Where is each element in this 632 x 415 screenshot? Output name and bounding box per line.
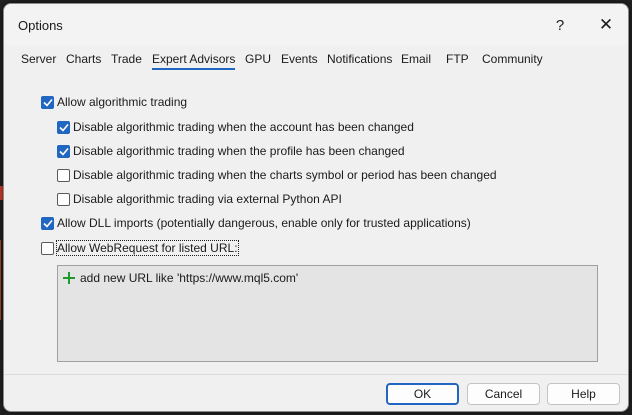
allow-dll-imports-checkbox[interactable]: Allow DLL imports (potentially dangerous… [41,215,471,231]
checkbox-box[interactable] [41,95,54,109]
tab-server[interactable]: Server [21,52,56,66]
checkbox-label: Disable algorithmic trading when the acc… [73,120,414,134]
tab-trade[interactable]: Trade [111,52,142,66]
help-icon[interactable]: ? [550,17,570,34]
help-button[interactable]: Help [547,383,620,405]
checkbox-label: Disable algorithmic trading when the cha… [73,168,497,182]
url-list[interactable]: add new URL like 'https://www.mql5.com' [57,265,598,362]
tab-expert-advisors[interactable]: Expert Advisors [152,52,236,70]
tab-charts[interactable]: Charts [66,52,101,66]
checkbox-label: Allow DLL imports (potentially dangerous… [57,216,471,230]
checkbox-box[interactable] [57,192,70,206]
tab-notifications[interactable]: Notifications [327,52,392,66]
background-chart-fragment [0,240,1,320]
disable-on-profile-change-checkbox[interactable]: Disable algorithmic trading when the pro… [57,143,405,159]
checkbox-box[interactable] [41,216,54,230]
ok-button[interactable]: OK [386,383,459,405]
tab-email[interactable]: Email [401,52,431,66]
dialog-title: Options [18,18,63,33]
checkbox-label: Allow WebRequest for listed URL: [56,240,239,256]
add-url-item[interactable]: add new URL like 'https://www.mql5.com' [63,271,298,285]
checkbox-box[interactable] [57,144,70,158]
disable-via-python-checkbox[interactable]: Disable algorithmic trading via external… [57,191,342,207]
tab-gpu[interactable]: GPU [245,52,271,66]
disable-on-symbol-change-checkbox[interactable]: Disable algorithmic trading when the cha… [57,167,497,183]
tab-events[interactable]: Events [281,52,318,66]
checkbox-box[interactable] [57,120,70,134]
expert-advisors-panel: Allow algorithmic trading Disable algori… [4,74,628,374]
tab-bar: Server Charts Trade Expert Advisors GPU … [4,48,628,72]
checkbox-box[interactable] [41,241,54,255]
title-bar: Options ? ✕ [4,4,628,46]
tab-ftp[interactable]: FTP [446,52,469,66]
add-url-label: add new URL like 'https://www.mql5.com' [80,271,299,285]
tab-community[interactable]: Community [482,52,543,66]
plus-icon [63,272,75,284]
checkbox-label: Allow algorithmic trading [57,95,188,109]
allow-algo-trading-checkbox[interactable]: Allow algorithmic trading [41,94,187,110]
close-icon[interactable]: ✕ [596,15,616,35]
allow-webrequest-checkbox[interactable]: Allow WebRequest for listed URL: [41,240,239,256]
cancel-button[interactable]: Cancel [467,383,540,405]
checkbox-label: Disable algorithmic trading when the pro… [73,144,405,158]
options-dialog: Options ? ✕ Server Charts Trade Expert A… [3,3,629,412]
disable-on-account-change-checkbox[interactable]: Disable algorithmic trading when the acc… [57,119,414,135]
button-bar: OK Cancel Help [4,374,628,411]
checkbox-box[interactable] [57,168,70,182]
checkbox-label: Disable algorithmic trading via external… [73,192,342,206]
